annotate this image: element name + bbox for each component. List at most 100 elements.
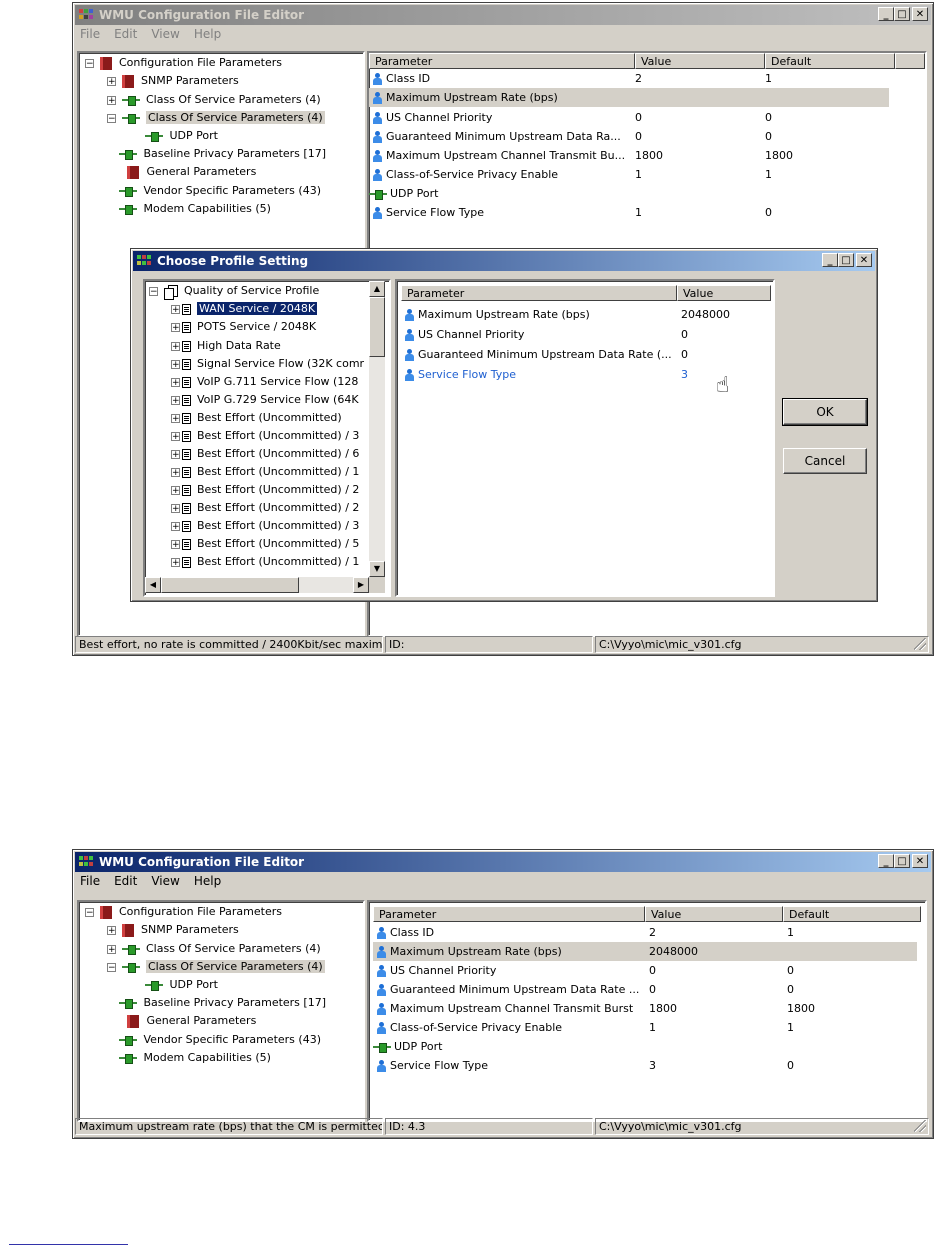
expand-icon[interactable]: + <box>171 341 180 351</box>
tree-item[interactable]: + Class Of Service Parameters (4) <box>107 91 321 109</box>
table-row-highlighted[interactable]: Maximum Upstream Rate (bps) <box>369 88 889 107</box>
collapse-icon[interactable]: − <box>85 58 94 68</box>
expand-icon[interactable]: + <box>171 322 180 332</box>
tree-item[interactable]: Baseline Privacy Parameters [17] <box>119 994 326 1012</box>
table-row[interactable]: Class ID 2 1 <box>377 923 917 942</box>
menu-file[interactable]: File <box>77 874 103 892</box>
expand-icon[interactable]: + <box>171 413 180 423</box>
menu-view[interactable]: View <box>148 874 182 892</box>
minimize-button[interactable]: _ <box>822 253 838 267</box>
minimize-button[interactable]: _ <box>878 7 894 21</box>
collapse-icon[interactable]: − <box>107 962 116 972</box>
table-row[interactable]: Maximum Upstream Channel Transmit Burst … <box>377 999 917 1018</box>
title-bar[interactable]: WMU Configuration File Editor _ □ ✕ <box>75 5 931 25</box>
tree-item[interactable]: Baseline Privacy Parameters [17] <box>119 145 326 163</box>
table-row-highlighted[interactable]: Maximum Upstream Rate (bps) 2048000 <box>373 942 917 961</box>
resize-grip-icon[interactable] <box>914 638 926 650</box>
expand-icon[interactable]: + <box>107 944 116 954</box>
tree-root[interactable]: − Configuration File Parameters <box>85 54 282 72</box>
expand-icon[interactable]: + <box>171 503 180 513</box>
table-row[interactable]: Service Flow Type 1 0 <box>373 203 893 222</box>
menu-file[interactable]: File <box>77 27 103 45</box>
collapse-icon[interactable]: − <box>107 113 116 123</box>
table-row[interactable]: Class-of-Service Privacy Enable 1 1 <box>377 1018 917 1037</box>
table-row[interactable]: Maximum Upstream Rate (bps) 2048000 <box>405 305 765 324</box>
scroll-right-icon[interactable]: ▶ <box>353 577 369 593</box>
menu-edit[interactable]: Edit <box>111 874 140 892</box>
tree-item[interactable]: + SNMP Parameters <box>107 921 239 939</box>
close-button[interactable]: ✕ <box>912 854 928 868</box>
table-row[interactable]: Class ID 2 1 <box>373 69 893 88</box>
collapse-icon[interactable]: − <box>85 907 94 917</box>
profile-item[interactable]: + POTS Service / 2048K <box>171 318 316 336</box>
menu-help[interactable]: Help <box>191 27 224 45</box>
table-row[interactable]: UDP Port <box>369 184 889 203</box>
expand-icon[interactable]: + <box>171 304 180 314</box>
tree-item[interactable]: Vendor Specific Parameters (43) <box>119 182 321 200</box>
tree-item-selected[interactable]: − Class Of Service Parameters (4) <box>107 958 325 976</box>
tree-item[interactable]: Modem Capabilities (5) <box>119 200 271 218</box>
expand-icon[interactable]: + <box>171 431 180 441</box>
profile-tree[interactable]: − Quality of Service Profile + WAN Servic… <box>143 279 391 597</box>
profile-item[interactable]: + Best Effort (Uncommitted) / 5 <box>171 535 359 553</box>
column-parameter[interactable]: Parameter <box>369 53 635 69</box>
expand-icon[interactable]: + <box>171 449 180 459</box>
profile-item[interactable]: + Best Effort (Uncommitted) / 1 <box>171 553 359 571</box>
parameter-list[interactable]: Parameter Value Default Class ID 2 1 Max… <box>367 900 927 1122</box>
tree-item-selected[interactable]: − Class Of Service Parameters (4) <box>107 109 325 127</box>
column-default[interactable]: Default <box>765 53 895 69</box>
profile-item[interactable]: + Best Effort (Uncommitted) / 2 <box>171 499 359 517</box>
expand-icon[interactable]: + <box>171 467 180 477</box>
expand-icon[interactable]: + <box>171 539 180 549</box>
menu-help[interactable]: Help <box>191 874 224 892</box>
column-value[interactable]: Value <box>645 906 783 922</box>
profile-item[interactable]: + Signal Service Flow (32K comr <box>171 355 364 373</box>
close-button[interactable]: ✕ <box>912 7 928 21</box>
scroll-thumb[interactable] <box>369 297 385 357</box>
profile-item[interactable]: + High Data Rate <box>171 337 281 355</box>
expand-icon[interactable]: + <box>171 557 180 567</box>
tree-root[interactable]: − Configuration File Parameters <box>85 903 282 921</box>
column-value[interactable]: Value <box>635 53 765 69</box>
expand-icon[interactable]: + <box>171 485 180 495</box>
profile-item[interactable]: + VoIP G.711 Service Flow (128 <box>171 373 358 391</box>
tree-item[interactable]: General Parameters <box>127 163 256 181</box>
menu-edit[interactable]: Edit <box>111 27 140 45</box>
maximize-button[interactable]: □ <box>838 253 854 267</box>
horizontal-scrollbar[interactable]: ◀ ▶ <box>145 577 369 593</box>
dialog-title-bar[interactable]: Choose Profile Setting _ □ ✕ <box>133 251 875 271</box>
expand-icon[interactable]: + <box>107 76 116 86</box>
tree-item[interactable]: UDP Port <box>145 976 218 994</box>
collapse-icon[interactable]: − <box>149 286 158 296</box>
table-row[interactable]: Guaranteed Minimum Upstream Data Rate ..… <box>377 980 917 999</box>
minimize-button[interactable]: _ <box>878 854 894 868</box>
ok-button[interactable]: OK <box>782 398 868 426</box>
expand-icon[interactable]: + <box>171 521 180 531</box>
expand-icon[interactable]: + <box>171 377 180 387</box>
tree-item[interactable]: General Parameters <box>127 1012 256 1030</box>
scroll-thumb[interactable] <box>161 577 299 593</box>
expand-icon[interactable]: + <box>171 395 180 405</box>
profile-item[interactable]: + Best Effort (Uncommitted) / 1 <box>171 463 359 481</box>
expand-icon[interactable]: + <box>107 925 116 935</box>
close-button[interactable]: ✕ <box>856 253 872 267</box>
table-row[interactable]: US Channel Priority 0 0 <box>377 961 917 980</box>
table-row[interactable]: US Channel Priority 0 0 <box>373 108 893 127</box>
table-row-hovered[interactable]: Service Flow Type 3 <box>405 365 765 384</box>
tree-item[interactable]: Modem Capabilities (5) <box>119 1049 271 1067</box>
profile-item[interactable]: + Best Effort (Uncommitted) / 3 <box>171 517 359 535</box>
vertical-scrollbar[interactable]: ▲ ▼ <box>369 281 385 577</box>
maximize-button[interactable]: □ <box>894 7 910 21</box>
table-row[interactable]: UDP Port <box>373 1037 913 1056</box>
column-default[interactable]: Default <box>783 906 921 922</box>
column-value[interactable]: Value <box>677 285 771 301</box>
table-row[interactable]: Service Flow Type 3 0 <box>377 1056 917 1075</box>
tree-item[interactable]: + SNMP Parameters <box>107 72 239 90</box>
profile-parameter-list[interactable]: Parameter Value Maximum Upstream Rate (b… <box>395 279 775 597</box>
parameter-tree[interactable]: − Configuration File Parameters + SNMP P… <box>77 900 365 1122</box>
expand-icon[interactable]: + <box>107 95 116 105</box>
cancel-button[interactable]: Cancel <box>783 448 867 474</box>
tree-item[interactable]: UDP Port <box>145 127 218 145</box>
profile-item[interactable]: + Best Effort (Uncommitted) / 2 <box>171 481 359 499</box>
table-row[interactable]: Class-of-Service Privacy Enable 1 1 <box>373 165 893 184</box>
